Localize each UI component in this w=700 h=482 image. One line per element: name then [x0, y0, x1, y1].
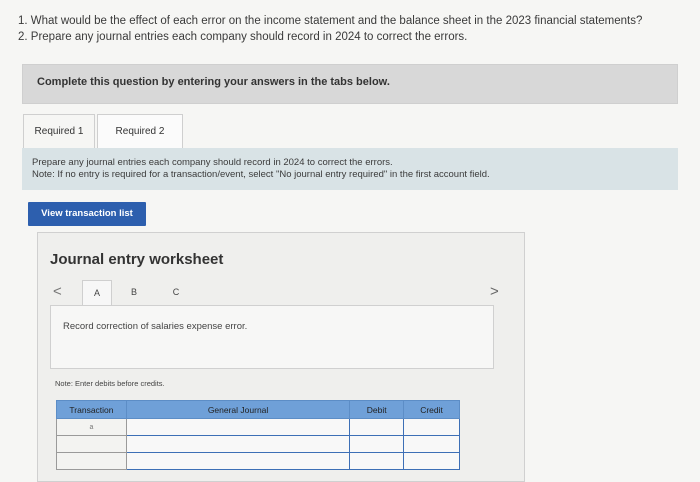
journal-entry-worksheet: Journal entry worksheet < A B C > Record…: [37, 232, 525, 482]
account-input[interactable]: [125, 435, 351, 453]
record-description-box: Record correction of salaries expense er…: [50, 305, 494, 369]
credit-input[interactable]: [403, 435, 460, 453]
chevron-right-icon[interactable]: >: [490, 283, 499, 300]
question-list: 1. What would be the effect of each erro…: [18, 13, 642, 45]
worksheet-title: Journal entry worksheet: [50, 251, 224, 268]
transaction-cell: [56, 452, 127, 470]
tab-transaction-a[interactable]: A: [82, 280, 112, 305]
view-transaction-list-button[interactable]: View transaction list: [28, 202, 146, 226]
column-header-transaction: Transaction: [56, 400, 127, 419]
chevron-left-icon[interactable]: <: [53, 283, 62, 300]
tab-required-1[interactable]: Required 1: [23, 114, 95, 148]
column-header-general-journal: General Journal: [125, 400, 351, 419]
tab-transaction-b[interactable]: B: [126, 280, 142, 304]
tab-transaction-c[interactable]: C: [168, 280, 184, 304]
debit-input[interactable]: [349, 452, 405, 470]
instruction-box: Prepare any journal entries each company…: [22, 148, 678, 190]
transaction-cell: a: [56, 418, 127, 436]
column-header-credit: Credit: [403, 400, 460, 419]
instruction-line-2: Note: If no entry is required for a tran…: [32, 169, 490, 180]
debit-input[interactable]: [349, 418, 405, 436]
instruction-line-1: Prepare any journal entries each company…: [32, 157, 393, 168]
table-row: [56, 452, 460, 470]
credit-input[interactable]: [403, 452, 460, 470]
debits-note: Note: Enter debits before credits.: [55, 379, 165, 388]
table-header-row: Transaction General Journal Debit Credit: [56, 400, 460, 419]
banner-text: Complete this question by entering your …: [37, 76, 390, 88]
instruction-banner: Complete this question by entering your …: [22, 64, 678, 104]
table-row: [56, 435, 460, 453]
account-input[interactable]: [125, 418, 351, 436]
journal-entry-table: Transaction General Journal Debit Credit…: [56, 400, 460, 470]
debit-input[interactable]: [349, 435, 405, 453]
column-header-debit: Debit: [349, 400, 405, 419]
credit-input[interactable]: [403, 418, 460, 436]
record-description: Record correction of salaries expense er…: [63, 321, 248, 332]
question-2: 2. Prepare any journal entries each comp…: [18, 31, 468, 43]
tab-required-2[interactable]: Required 2: [97, 114, 183, 148]
question-1: 1. What would be the effect of each erro…: [18, 15, 643, 27]
account-input[interactable]: [125, 452, 351, 470]
transaction-cell: [56, 435, 127, 453]
table-row: a: [56, 418, 460, 436]
